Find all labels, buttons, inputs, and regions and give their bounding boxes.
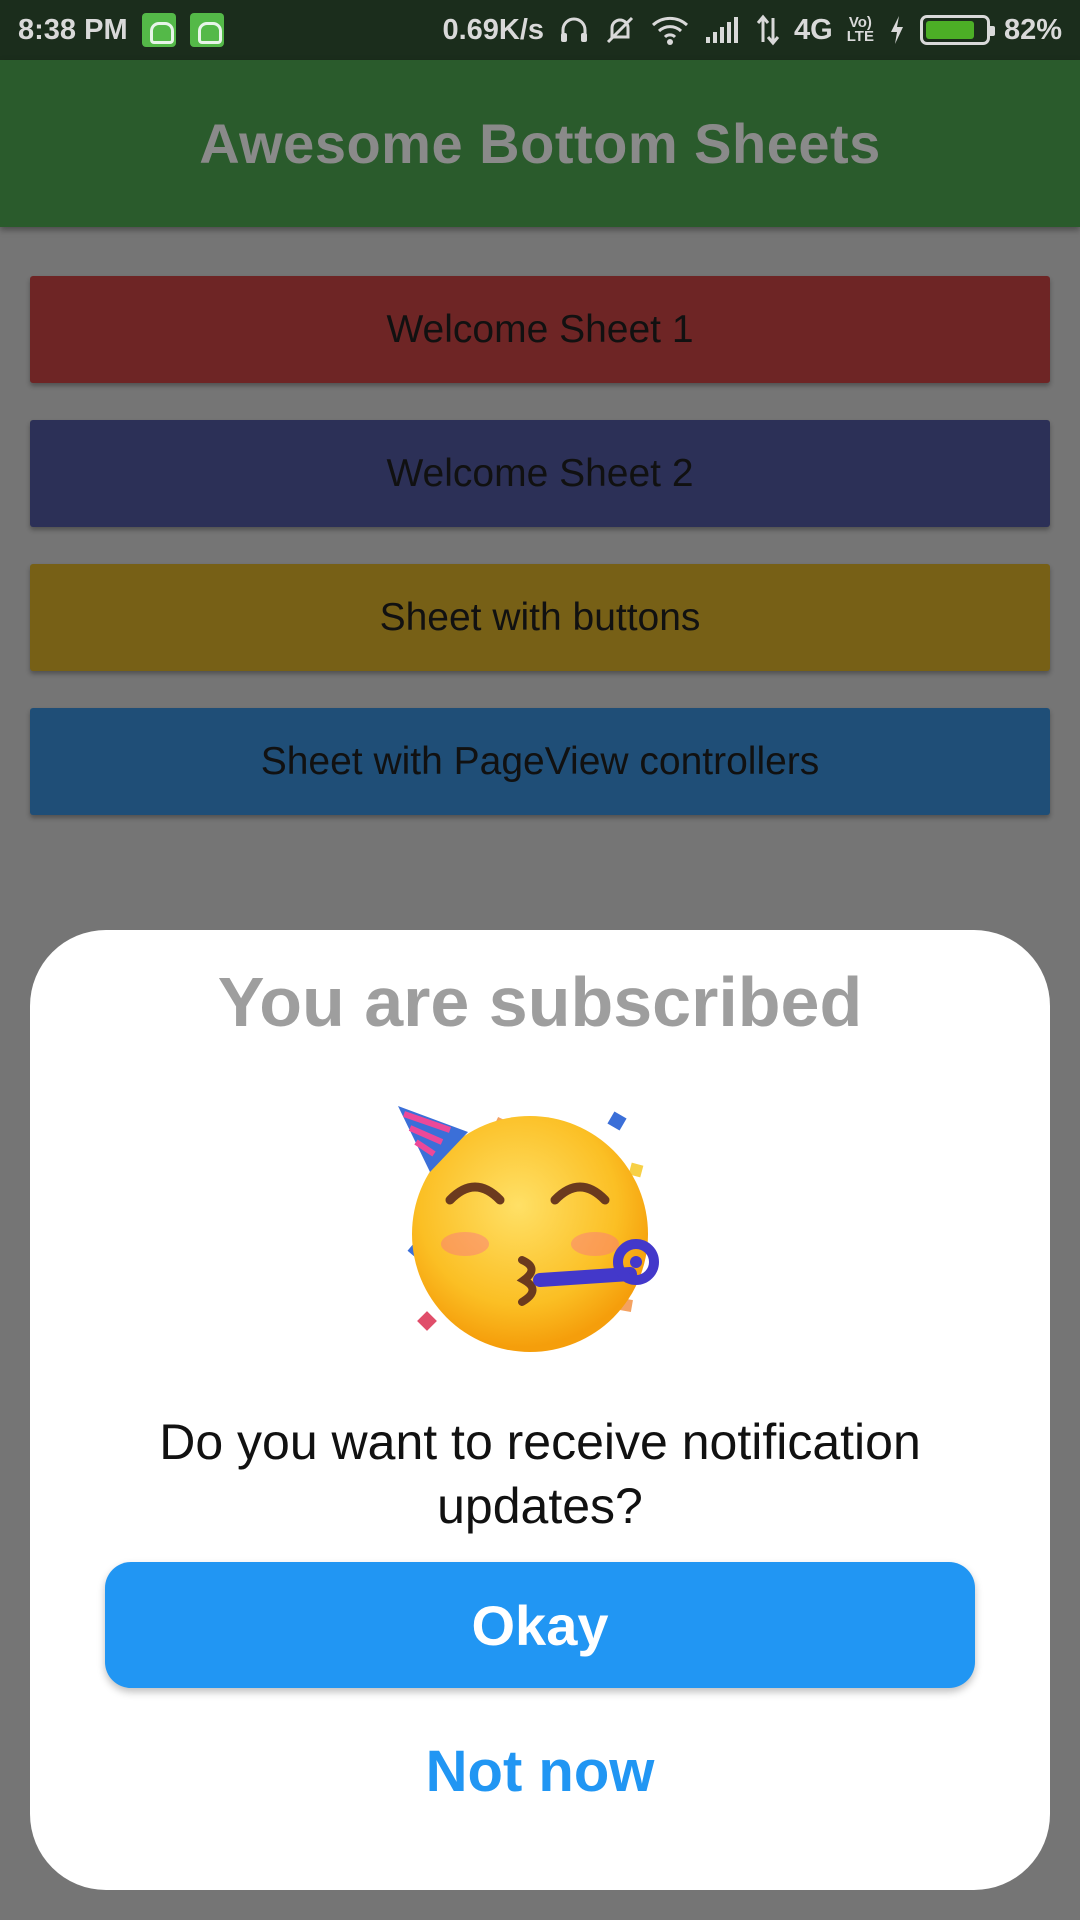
signal-icon	[704, 15, 742, 45]
silent-icon	[604, 14, 636, 46]
net-speed: 0.69K/s	[442, 13, 545, 46]
wifi-icon	[650, 14, 690, 46]
welcome-sheet-2-button[interactable]: Welcome Sheet 2	[30, 420, 1050, 527]
sheet-with-pageview-button[interactable]: Sheet with PageView controllers	[30, 708, 1050, 815]
okay-button[interactable]: Okay	[105, 1562, 975, 1688]
app-title: Awesome Bottom Sheets	[199, 112, 881, 175]
android-notification-icon	[141, 13, 176, 47]
clock: 8:38 PM	[18, 13, 128, 46]
data-arrows-icon	[756, 14, 780, 46]
battery-level	[925, 21, 974, 39]
welcome-sheet-1-button[interactable]: Welcome Sheet 1	[30, 276, 1050, 383]
bottom-sheet: You are subscribed Do you want to receiv…	[30, 930, 1050, 1890]
volte-badge-bottom: LTE	[846, 28, 874, 45]
not-now-button[interactable]: Not now	[426, 1738, 655, 1805]
party-face-icon	[390, 1084, 690, 1364]
headphones-icon	[558, 14, 590, 46]
network-type: 4G	[794, 13, 833, 46]
battery-percent: 82%	[1003, 13, 1062, 46]
volte-badge: Vo) LTE	[846, 15, 874, 45]
sheet-message: Do you want to receive notification upda…	[159, 1414, 921, 1534]
sheet-title: You are subscribed	[217, 963, 863, 1041]
sheet-with-buttons-button[interactable]: Sheet with buttons	[30, 564, 1050, 671]
status-bar: 8:38 PM 0.69K/s 4G Vo) LTE 82%	[0, 0, 1080, 60]
android-notification-icon	[189, 13, 224, 47]
status-bar-right: 0.69K/s 4G Vo) LTE 82%	[442, 14, 1062, 47]
charging-icon	[888, 14, 906, 46]
status-bar-left: 8:38 PM	[18, 13, 224, 47]
battery-icon	[919, 15, 995, 45]
app-bar: Awesome Bottom Sheets	[0, 60, 1080, 227]
